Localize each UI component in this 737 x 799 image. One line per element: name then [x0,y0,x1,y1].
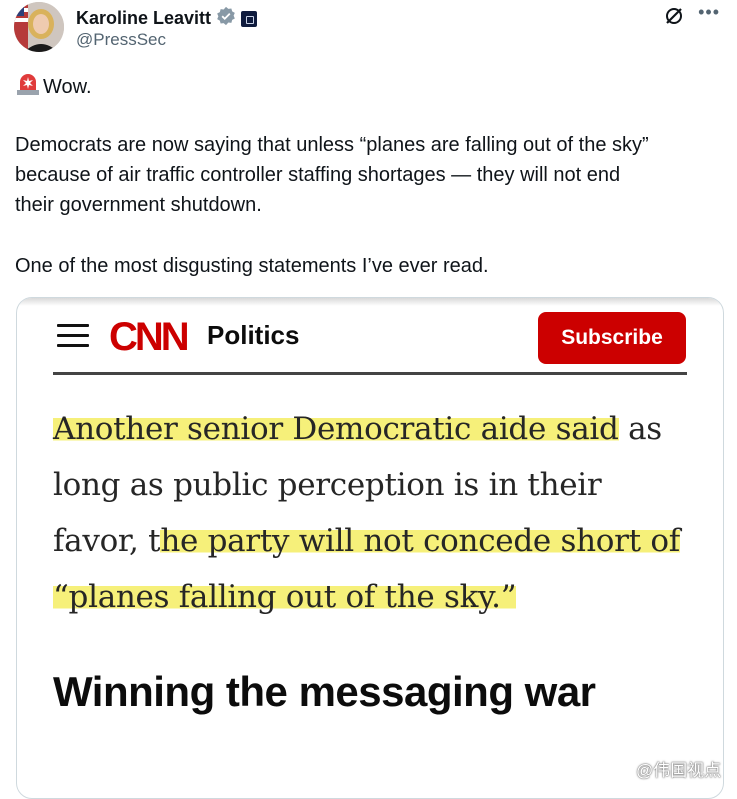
handle[interactable]: @PressSec [76,30,166,50]
more-icon[interactable]: ••• [698,2,720,23]
tweet-header: Karoline Leavitt @PressSec ••• [14,2,726,54]
subscribe-button[interactable]: Subscribe [538,312,686,364]
section-title: Politics [207,320,300,350]
siren-emoji-icon [15,70,41,105]
weibo-icon [606,759,631,779]
grok-icon[interactable] [664,6,684,26]
quote-line-1: Another senior Democratic aide said as [53,401,662,457]
article-headline: Winning the messaging war [53,668,596,715]
quote-text-3: favor, t [53,523,161,559]
quote-line-2: long as public perception is in their [53,467,602,503]
watermark: @伟国视点 [606,756,721,781]
quote-text-1: as [618,411,662,447]
tweet-wow: Wow. [43,76,92,98]
avatar[interactable] [14,2,64,52]
cnn-logo-text: CNN [109,316,188,356]
card-shade [17,298,723,306]
affiliate-badge-icon [241,10,258,27]
tweet-para1-line3: their government shutdown. [15,194,262,216]
verified-badge-icon [216,6,236,31]
tweet-para1-line1: Democrats are now saying that unless “pl… [15,134,649,156]
quote-highlight-1: Another senior Democratic aide said [53,411,619,447]
tweet-para2: One of the most disgusting statements I’… [15,255,489,277]
tweet-para1-line2: because of air traffic controller staffi… [15,164,621,186]
watermark-text: @伟国视点 [636,761,722,780]
embedded-image[interactable]: CNN Politics Subscribe Another senior De… [16,297,724,799]
quote-highlight-4: “planes falling out of the sky.” [53,579,517,615]
quote-line-3: favor, the party will not concede short … [53,513,680,569]
cnn-logo: CNN [109,315,195,359]
quote-line-4: “planes falling out of the sky.” [53,569,517,625]
divider [53,372,687,375]
display-name[interactable]: Karoline Leavitt [76,8,211,29]
quote-highlight-3: he party will not concede short of [160,523,680,559]
tweet-line-wow: Wow. [15,70,92,105]
menu-icon[interactable] [57,324,89,348]
